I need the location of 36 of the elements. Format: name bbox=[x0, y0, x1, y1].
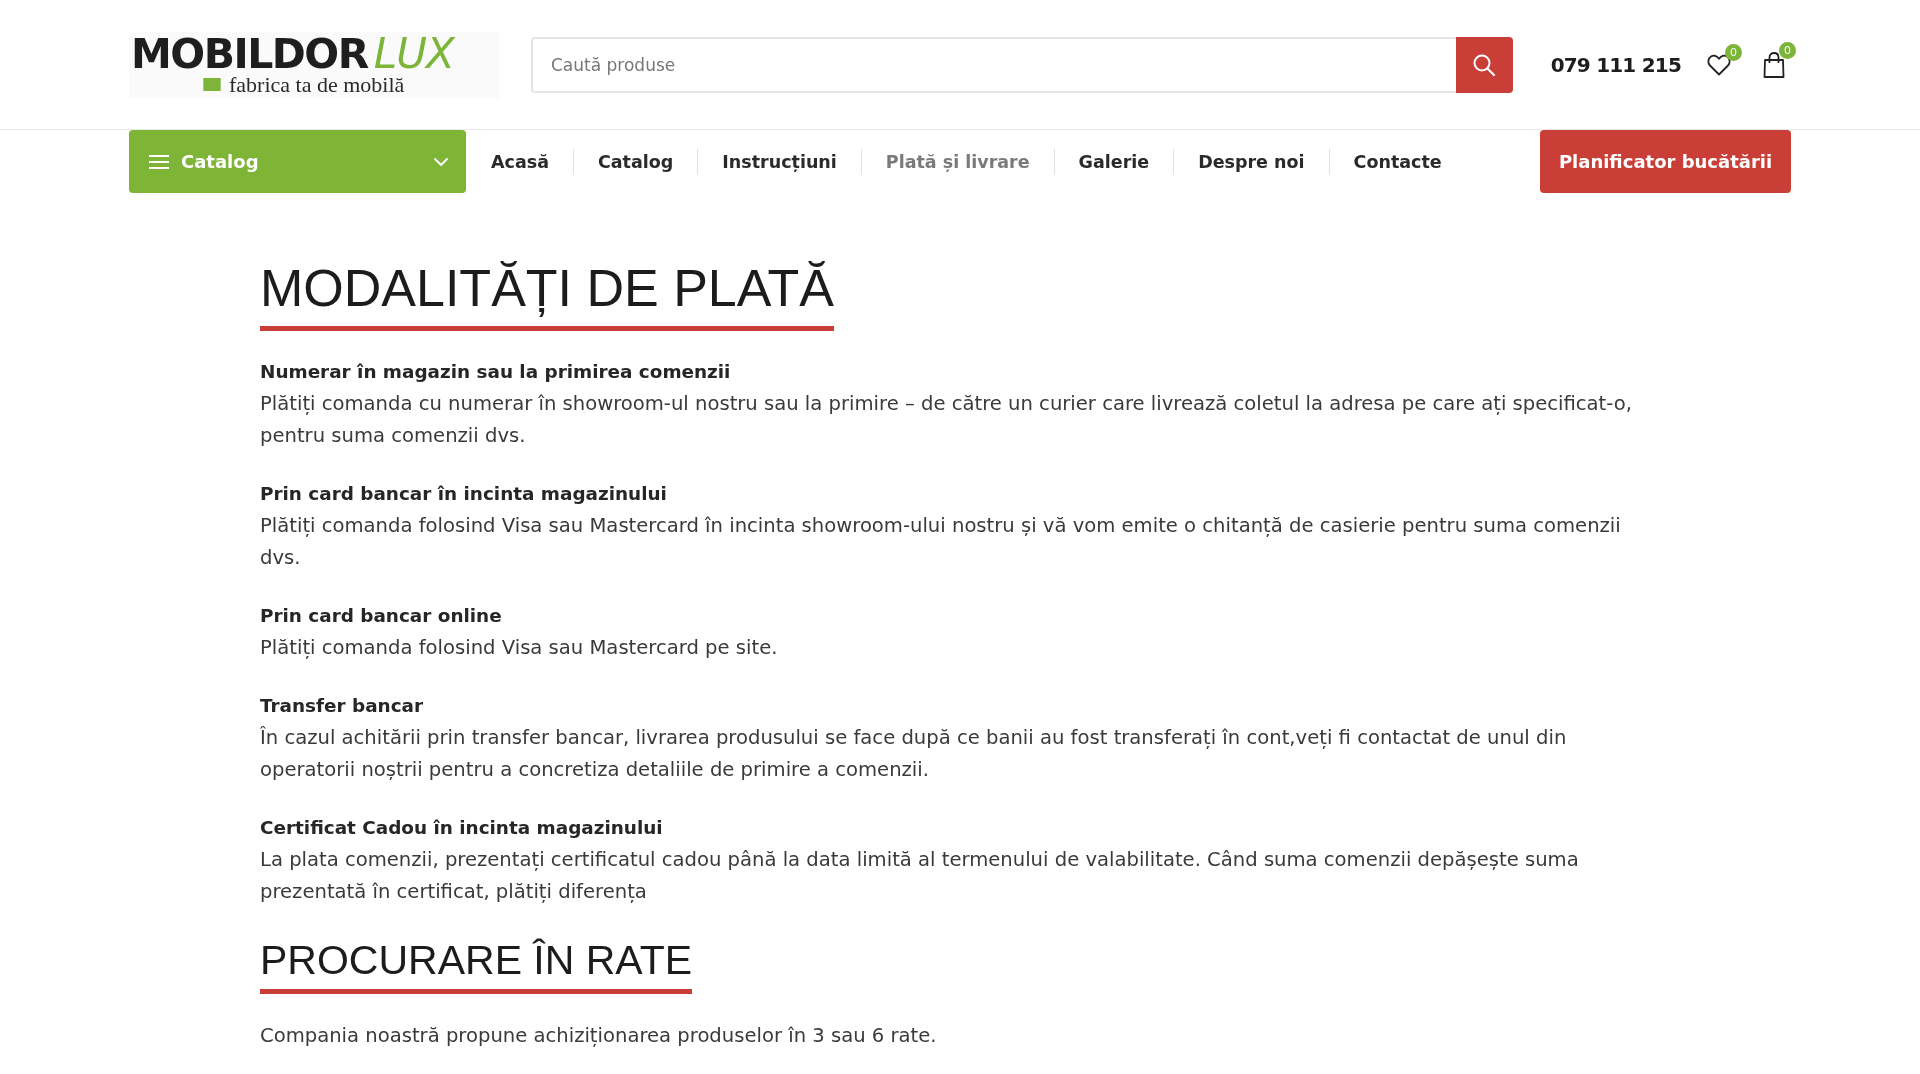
payment-method-heading: Numerar în magazin sau la primirea comenzii bbox=[260, 360, 732, 384]
logo[interactable]: MOBILDORLUX fabrica ta de mobilă bbox=[129, 31, 499, 98]
heart-icon[interactable] bbox=[1707, 53, 1731, 76]
paragraph: Plătiți comanda cu numerar în showroom-ul nostru sau la primire – de către un curier care livrează coletul la adresa pe care ați specificat-o, pentru suma comenzii dvs. bbox=[260, 391, 1633, 449]
nav-link[interactable]: Acasă bbox=[491, 151, 573, 172]
chevron-down-icon bbox=[434, 157, 448, 166]
menu-icon bbox=[149, 154, 169, 169]
search-field[interactable]: Caută produse bbox=[531, 36, 1456, 93]
logo-brand: MOBILDOR bbox=[131, 33, 368, 74]
nav-link[interactable]: Plată și livrare bbox=[861, 151, 1054, 172]
nav-link[interactable]: Galerie bbox=[1054, 151, 1174, 172]
phone-link[interactable]: 079 111 215 bbox=[1550, 52, 1681, 77]
paragraph: La plata comenzii, prezentați certificatul cadou până la data limită al termenului de valabilitate. Când suma comenzii depășește suma prezentată în certificat, plătiți diferența bbox=[260, 847, 1580, 905]
paragraph: Plătiți comanda folosind Visa sau Mastercard în incinta showroom-ului nostru și vă vom emite o chitanță de casierie pentru suma comenzii dvs. bbox=[260, 513, 1622, 571]
search-icon bbox=[1472, 52, 1497, 77]
payment-method-heading: Prin card bancar online bbox=[260, 604, 503, 628]
section-title: PROCURARE ÎN RATE bbox=[260, 936, 693, 994]
square-mark-icon bbox=[203, 78, 221, 91]
logo-tagline: fabrica ta de mobilă bbox=[229, 73, 405, 96]
shopping-bag-icon[interactable] bbox=[1763, 51, 1785, 78]
nav-link[interactable]: Contacte bbox=[1329, 151, 1466, 172]
payment-method-heading: Prin card bancar în incinta magazinului bbox=[260, 482, 668, 506]
section-title: MODALITĂȚI DE PLATĂ bbox=[260, 258, 835, 331]
payment-method-heading: Transfer bancar bbox=[260, 694, 425, 718]
kitchen-planner-button[interactable]: Planificator bucătării bbox=[1540, 130, 1791, 193]
payment-method-heading: Certificat Cadou în incinta magazinului bbox=[260, 816, 664, 840]
nav-link[interactable]: Instrucțiuni bbox=[698, 151, 861, 172]
paragraph: Plătiți comanda folosind Visa sau Mastercard pe site. bbox=[260, 635, 779, 661]
nav-link[interactable]: Catalog bbox=[573, 151, 698, 172]
paragraph: În cazul achitării prin transfer bancar, livrarea produsului se face după ce banii au fost transferați în cont,veți fi contactat de unul din operatorii noștrii pentru a concretiza detaliile de primire a comenzii. bbox=[260, 725, 1568, 783]
nav-link[interactable]: Despre noi bbox=[1174, 151, 1329, 172]
paragraph: Compania noastră propune achiziționarea produselor în 3 sau 6 rate. bbox=[260, 1023, 938, 1049]
search-button[interactable] bbox=[1455, 36, 1513, 93]
count-badge: 0 bbox=[1779, 41, 1796, 59]
logo-suffix: LUX bbox=[373, 33, 454, 74]
count-badge: 0 bbox=[1725, 43, 1742, 61]
